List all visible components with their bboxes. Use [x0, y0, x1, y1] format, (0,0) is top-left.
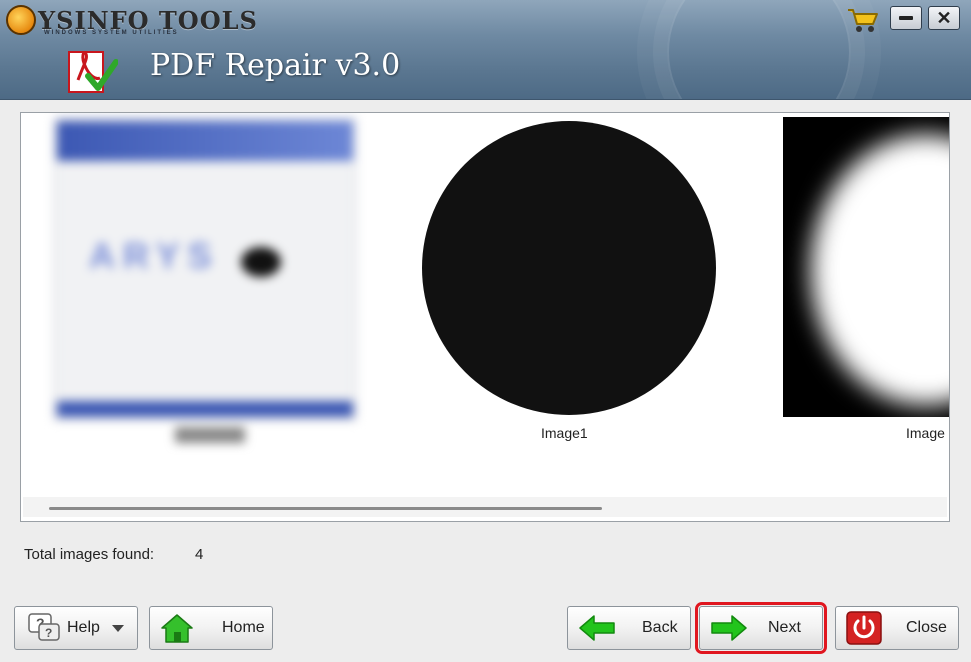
- image-label-1: Image1: [541, 425, 588, 441]
- brand-logo-icon: [6, 5, 36, 35]
- image-preview-panel[interactable]: ARYS Image1 Image: [20, 112, 950, 522]
- next-label: Next: [768, 619, 801, 636]
- home-button[interactable]: Home: [149, 606, 273, 650]
- next-button[interactable]: Next: [695, 602, 827, 654]
- help-icon: ? ?: [28, 613, 60, 641]
- svg-text:?: ?: [45, 626, 52, 640]
- close-button[interactable]: Close: [835, 606, 959, 650]
- back-label: Back: [642, 619, 678, 636]
- chevron-down-icon[interactable]: [111, 624, 124, 632]
- image-thumbnail-2[interactable]: [783, 117, 949, 417]
- app-title: PDF Repair v3.0: [150, 48, 401, 83]
- close-x-icon: ✕: [936, 8, 952, 28]
- home-label: Home: [222, 619, 265, 636]
- app-header: YSINFO TOOLS WINDOWS SYSTEM UTILITIES PD…: [0, 0, 971, 100]
- help-button[interactable]: ? ? Help: [14, 606, 138, 650]
- header-decoration: [667, 0, 851, 99]
- image-thumbnail-0[interactable]: ARYS: [45, 115, 401, 453]
- back-button[interactable]: Back: [567, 606, 691, 650]
- arrow-left-icon: [579, 615, 615, 641]
- image-thumbnail-1[interactable]: [422, 121, 716, 415]
- help-label: Help: [67, 619, 100, 636]
- image-label-2: Image: [906, 425, 945, 441]
- home-icon: [161, 614, 193, 643]
- minimize-icon: [899, 16, 913, 20]
- brand-tagline: WINDOWS SYSTEM UTILITIES: [44, 30, 179, 36]
- close-label: Close: [906, 619, 947, 636]
- total-images-label: Total images found:: [24, 546, 155, 563]
- shopping-cart-icon[interactable]: [846, 6, 880, 34]
- minimize-button[interactable]: [890, 6, 922, 30]
- arrow-right-icon: [711, 615, 747, 641]
- scrollbar-thumb[interactable]: [49, 507, 602, 510]
- pdf-repair-icon: [68, 51, 118, 93]
- total-images-value: 4: [195, 546, 204, 563]
- power-icon: [846, 611, 882, 645]
- window-close-button[interactable]: ✕: [928, 6, 960, 30]
